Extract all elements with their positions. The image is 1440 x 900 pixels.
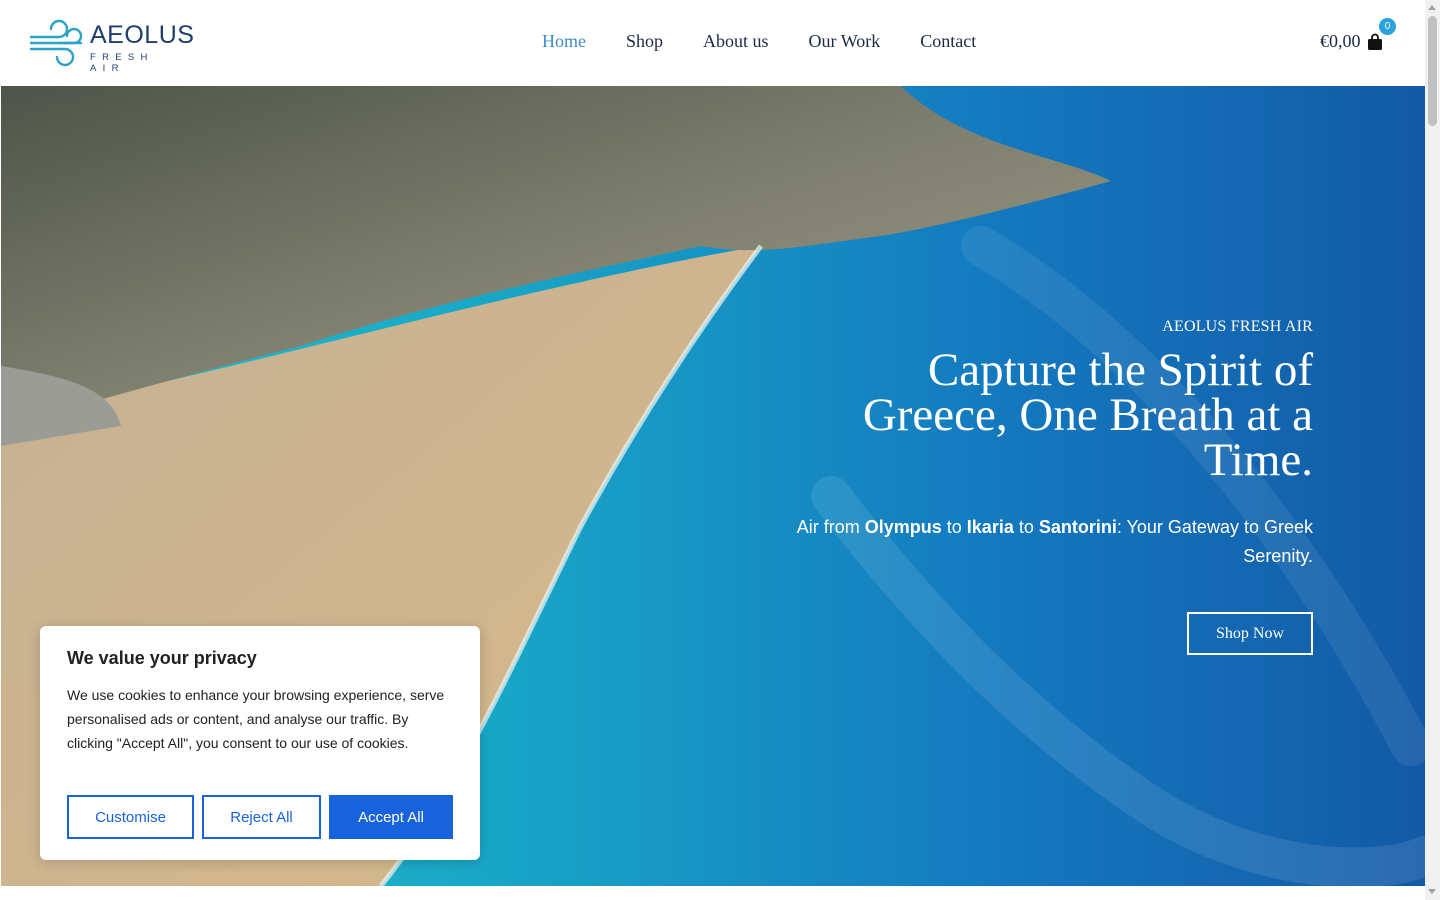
cookie-consent-banner: We value your privacy We use cookies to … [40, 626, 480, 860]
nav-home[interactable]: Home [542, 31, 586, 52]
cookie-body: We use cookies to enhance your browsing … [67, 687, 445, 751]
cookie-title: We value your privacy [67, 648, 257, 668]
cookie-buttons: Customise Reject All Accept All [67, 795, 453, 839]
nav-shop[interactable]: Shop [626, 31, 663, 52]
scroll-down-arrow-icon[interactable] [1428, 889, 1436, 894]
cart-total: €0,00 [1320, 31, 1361, 51]
scroll-up-arrow-icon[interactable] [1428, 5, 1436, 10]
hero-content: AEOLUS FRESH AIR Capture the Spirit of G… [793, 318, 1313, 655]
page-bottom-strip [0, 886, 1425, 900]
page-scrollbar[interactable] [1425, 0, 1440, 900]
scrollbar-thumb[interactable] [1428, 16, 1437, 126]
cart-button[interactable]: €0,00 [1320, 31, 1383, 52]
brand-name: AEOLUS [90, 21, 195, 49]
cart-count-badge: 0 [1379, 18, 1396, 35]
reject-all-button[interactable]: Reject All [202, 795, 321, 839]
nav-our-work[interactable]: Our Work [809, 31, 881, 52]
accept-all-button[interactable]: Accept All [329, 795, 453, 839]
main-nav: Home Shop About us Our Work Contact [542, 31, 1016, 52]
wind-logo-icon [29, 19, 83, 67]
hero-tagline: Air from Olympus to Ikaria to Santorini:… [796, 517, 1313, 566]
site-header: AEOLUS FRESH AIR Home Shop About us Our … [0, 0, 1425, 86]
hero-eyebrow: AEOLUS FRESH AIR [1162, 318, 1313, 335]
brand-subtitle: FRESH AIR [90, 52, 154, 74]
shopping-bag-icon [1367, 33, 1382, 50]
nav-about-us[interactable]: About us [703, 31, 769, 52]
customise-button[interactable]: Customise [67, 795, 194, 839]
hero-headline: Capture the Spirit of Greece, One Breath… [862, 344, 1313, 486]
brand-logo[interactable]: AEOLUS FRESH AIR [29, 19, 194, 74]
nav-contact[interactable]: Contact [920, 31, 976, 52]
shop-now-button[interactable]: Shop Now [1187, 612, 1313, 655]
